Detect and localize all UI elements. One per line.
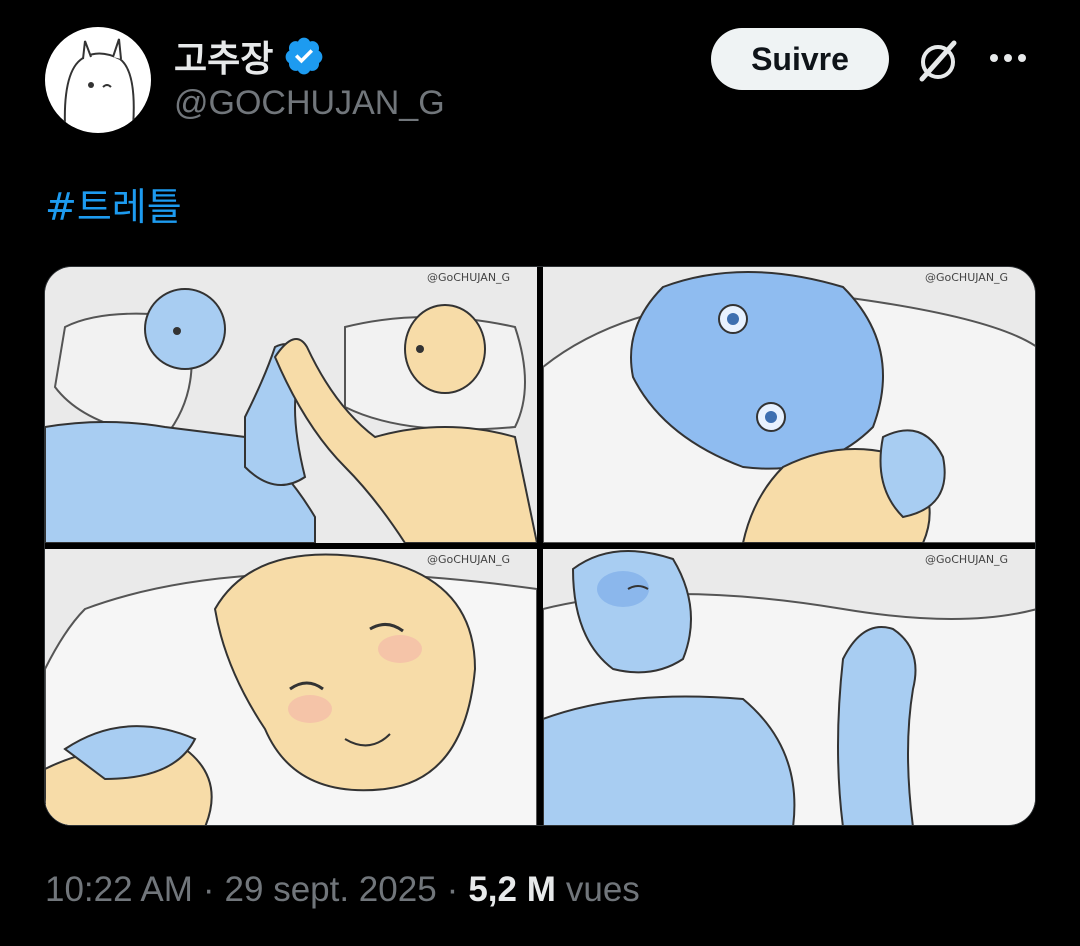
views-count[interactable]: 5,2 M (468, 870, 556, 910)
author-name-row[interactable]: 고추장 (174, 30, 325, 82)
comic-panel-1[interactable]: @GoCHUJAN_G (45, 267, 537, 543)
display-name[interactable]: 고추장 (174, 30, 273, 82)
tweet-time[interactable]: 10:22 AM (45, 870, 193, 910)
watermark: @GoCHUJAN_G (925, 271, 1008, 284)
avatar[interactable] (45, 27, 151, 133)
comic-panel-3[interactable]: @GoCHUJAN_G (45, 549, 537, 825)
verified-badge-icon (283, 35, 325, 77)
views-label: vues (565, 870, 640, 909)
author-handle[interactable]: @GOCHUJAN_G (174, 84, 445, 123)
grok-icon[interactable] (914, 37, 962, 85)
watermark: @GoCHUJAN_G (925, 553, 1008, 566)
follow-button[interactable]: Suivre (711, 28, 889, 90)
avatar-drawing (63, 38, 135, 128)
hashtag-link[interactable]: #트레틀 (45, 176, 182, 231)
comic-panel-4[interactable]: @GoCHUJAN_G (543, 549, 1035, 825)
tweet-media[interactable]: @GoCHUJAN_G @GoCHUJAN_G @GoCHUJAN_G @GoC… (44, 266, 1036, 826)
tweet-meta: 10:22 AM · 29 sept. 2025 · 5,2 M vues (45, 870, 640, 910)
watermark: @GoCHUJAN_G (427, 271, 510, 284)
meta-separator: · (446, 870, 459, 909)
watermark: @GoCHUJAN_G (427, 553, 510, 566)
meta-separator: · (202, 870, 215, 909)
tweet-date[interactable]: 29 sept. 2025 (225, 870, 437, 910)
comic-panel-2[interactable]: @GoCHUJAN_G (543, 267, 1035, 543)
more-options-icon[interactable] (990, 46, 1034, 70)
